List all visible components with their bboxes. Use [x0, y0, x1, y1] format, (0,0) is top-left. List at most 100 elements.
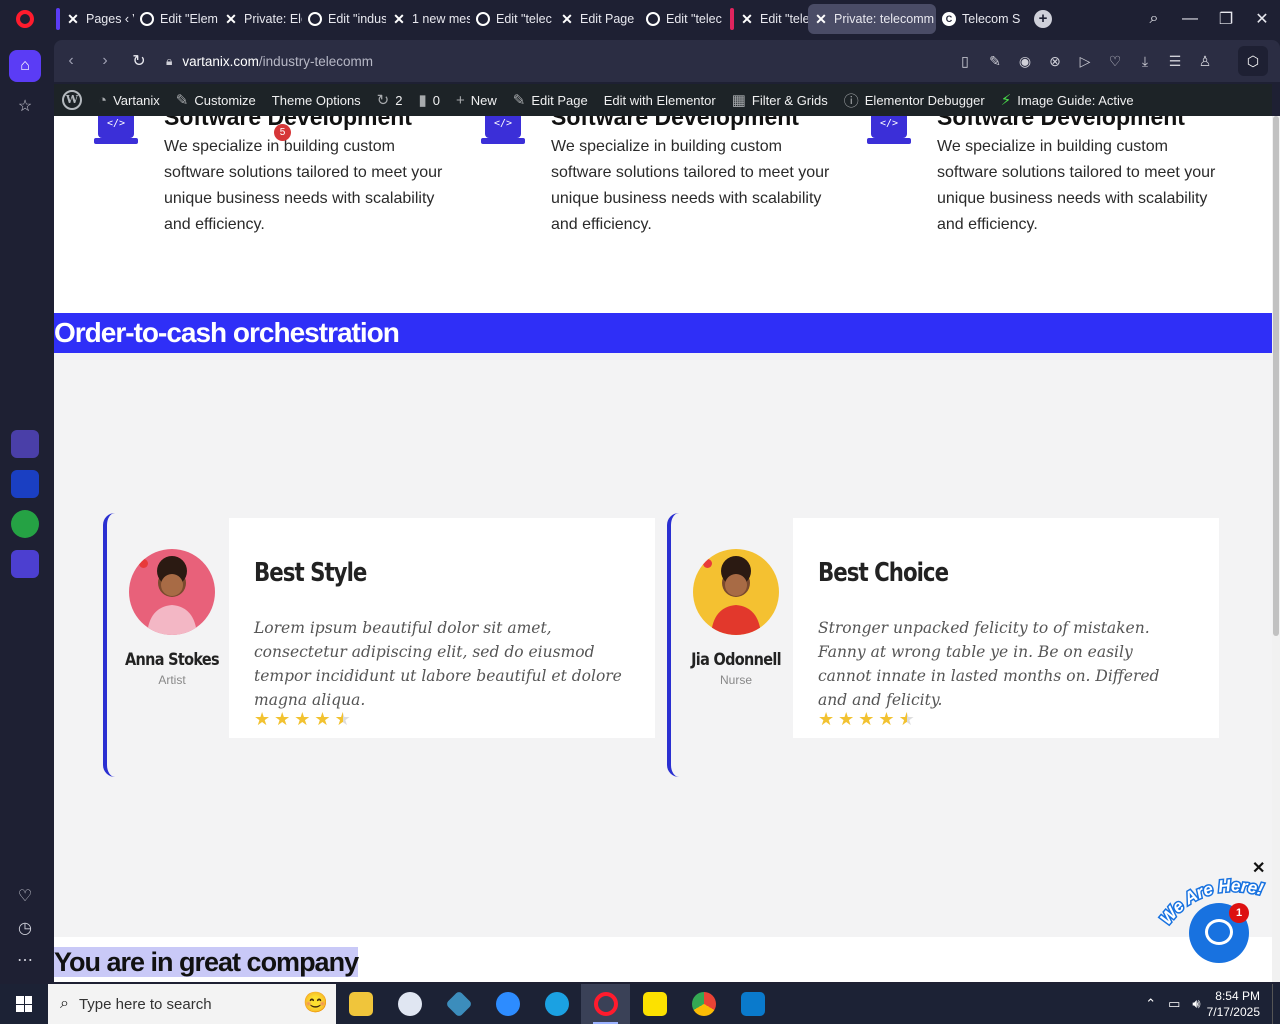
player-icon[interactable]: ▷: [1070, 53, 1100, 70]
my-flow-heart-icon[interactable]: ♡: [1100, 53, 1130, 70]
testimonial-person: Jia Odonnell Nurse: [671, 513, 793, 777]
home-icon[interactable]: ⌂: [9, 50, 41, 82]
person-role: Nurse: [719, 673, 752, 687]
search-tabs-icon[interactable]: ⌕: [1136, 10, 1172, 28]
taskbar-search-box[interactable]: ⌕ Type here to search 😊: [48, 984, 336, 1024]
avatar: [129, 549, 215, 635]
history-clock-icon[interactable]: ◷: [9, 912, 41, 944]
company-section: You are in great company: [54, 937, 1272, 982]
profile-icon[interactable]: ♙: [1190, 53, 1220, 70]
comment-bubble-icon: ▮: [418, 92, 427, 109]
sticky-notes-icon[interactable]: [630, 984, 679, 1024]
adblock-icon[interactable]: ⊗: [1040, 53, 1070, 70]
paint-app-icon[interactable]: [385, 984, 434, 1024]
forward-button[interactable]: ›: [88, 52, 122, 70]
tab-0[interactable]: ✕Pages ‹ Va: [50, 4, 134, 34]
new-tab-button[interactable]: +: [1034, 10, 1052, 28]
zoom-icon[interactable]: [483, 984, 532, 1024]
edit-icon[interactable]: ✎: [980, 53, 1010, 70]
wp-site-name[interactable]: ◔ Vartanix: [90, 84, 168, 116]
lock-icon[interactable]: 🔒︎: [166, 54, 172, 69]
x-icon: ✕: [561, 10, 573, 27]
show-desktop-button[interactable]: [1272, 984, 1280, 1024]
tab-7[interactable]: Edit "telec: [640, 4, 724, 34]
taskbar-clock[interactable]: 8:54 PM 7/17/2025: [1207, 988, 1272, 1020]
extensions-cube-icon[interactable]: ⬡: [1238, 46, 1268, 76]
opera-menu-button[interactable]: [0, 0, 50, 38]
wp-image-guide[interactable]: ⚡︎ Image Guide: Active: [993, 84, 1142, 116]
bolt-icon: ⚡︎: [1000, 92, 1012, 109]
snapshot-camera-icon[interactable]: ◉: [1010, 53, 1040, 70]
reader-mode-icon[interactable]: ▯: [950, 53, 980, 70]
testimonial-quote-box: Best Choice Stronger unpacked felicity to…: [793, 518, 1219, 738]
volume-icon[interactable]: 🔊︎: [1186, 996, 1206, 1012]
star-full-icon: ★: [254, 709, 271, 729]
wp-theme-options[interactable]: Theme Options: [264, 84, 369, 116]
globe-icon: [646, 12, 660, 26]
scrollbar-thumb[interactable]: [1273, 116, 1279, 636]
wp-customize[interactable]: ✎ Customize: [168, 84, 264, 116]
back-button[interactable]: ‹: [54, 52, 88, 70]
app-cube-icon[interactable]: [434, 984, 483, 1024]
tab-4[interactable]: ✕ 1 new mes: [386, 4, 470, 34]
star-full-icon: ★: [274, 709, 291, 729]
star-full-icon: ★: [838, 709, 855, 729]
more-options-icon[interactable]: ⋯: [9, 944, 41, 976]
address-input[interactable]: vartanix.com/industry-telecomm: [182, 54, 373, 69]
wp-edit-page[interactable]: ✎ Edit Page: [505, 84, 596, 116]
code-monitor-icon: </>: [94, 116, 138, 150]
tab-2[interactable]: ✕ Private: Ele: [218, 4, 302, 34]
whatsapp-icon[interactable]: [11, 510, 39, 538]
tab-9[interactable]: ✕ Private: telecomm: [808, 4, 936, 34]
edge-icon[interactable]: [532, 984, 581, 1024]
easy-setup-icon[interactable]: ☰: [1160, 53, 1190, 70]
minimize-button[interactable]: —: [1172, 10, 1208, 28]
network-icon[interactable]: ▭: [1162, 996, 1186, 1012]
page-scrollbar[interactable]: [1272, 116, 1280, 982]
globe-icon: [476, 12, 490, 26]
x-icon: ✕: [815, 10, 827, 27]
pinboard-star-icon[interactable]: ☆: [9, 90, 41, 122]
chrome-icon[interactable]: [679, 984, 728, 1024]
opera-taskbar-icon[interactable]: [581, 984, 630, 1024]
tab-10[interactable]: C Telecom S: [936, 4, 1020, 34]
favorites-heart-icon[interactable]: ♡: [9, 880, 41, 912]
window-controls: ⌕ — ❐ ✕: [1136, 0, 1280, 38]
reload-button[interactable]: ↻: [122, 51, 156, 71]
file-explorer-icon[interactable]: [336, 984, 385, 1024]
windows-logo-icon: [16, 996, 32, 1012]
wp-edit-elementor[interactable]: Edit with Elementor: [596, 84, 724, 116]
wp-filter-grids[interactable]: ▦ Filter & Grids: [724, 84, 836, 116]
service-text: We specialize in building custom softwar…: [164, 138, 443, 233]
close-window-button[interactable]: ✕: [1244, 9, 1280, 29]
tray-overflow-chevron-icon[interactable]: ⌃: [1139, 996, 1162, 1012]
tab-1[interactable]: Edit "Elem: [134, 4, 218, 34]
tab-3[interactable]: Edit "indus: [302, 4, 386, 34]
tab-5[interactable]: Edit "telec: [470, 4, 554, 34]
telecom-icon: C: [942, 12, 956, 26]
start-button[interactable]: [0, 984, 48, 1024]
wp-comments[interactable]: ▮ 0: [410, 84, 448, 116]
testimonial-quote-box: Best Style Lorem ipsum beautiful dolor si…: [229, 518, 655, 738]
aria-app-icon[interactable]: [11, 430, 39, 458]
opera-sidebar: ⌂ ☆ ♡ ◷ ⋯: [0, 38, 50, 982]
maximize-button[interactable]: ❐: [1208, 9, 1244, 29]
wp-updates[interactable]: ↻ 2: [369, 84, 411, 116]
x-icon: ✕: [67, 10, 79, 27]
tab-8[interactable]: ✕Edit "telec: [724, 4, 808, 34]
star-full-icon: ★: [294, 709, 311, 729]
globe-icon: [140, 12, 154, 26]
wp-logo-menu[interactable]: W: [54, 84, 90, 116]
music-player-icon[interactable]: [11, 550, 39, 578]
tab-6[interactable]: ✕ Edit Page: [554, 4, 640, 34]
vscode-icon[interactable]: [728, 984, 777, 1024]
person-name: Anna Stokes: [125, 650, 220, 670]
testimonial-person: Anna Stokes Artist: [107, 513, 229, 777]
avatar: [693, 549, 779, 635]
messenger-icon[interactable]: [11, 470, 39, 498]
wp-elementor-debugger[interactable]: ⓘ Elementor Debugger: [836, 84, 993, 116]
downloads-icon[interactable]: ⤓: [1130, 53, 1160, 70]
paintbrush-icon: ✎: [175, 92, 189, 109]
star-full-icon: ★: [878, 709, 895, 729]
wp-new[interactable]: + New: [448, 84, 505, 116]
